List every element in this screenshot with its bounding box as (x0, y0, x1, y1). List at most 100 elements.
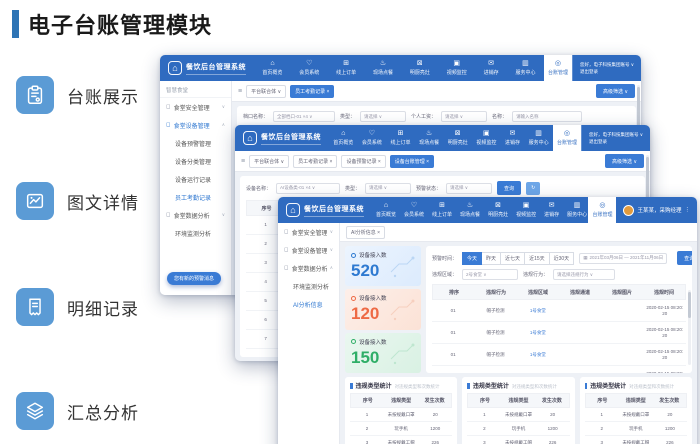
type-select[interactable]: 请选择 ∨ (360, 111, 406, 122)
type-select[interactable]: 请选择 ∨ (365, 183, 411, 194)
menu-ai-analysis[interactable]: AI分析信息 (278, 295, 339, 313)
tab-attendance-active[interactable]: 员工考勤记录 × (290, 85, 334, 98)
nav-item[interactable]: ⌂ 首页概览 (329, 125, 357, 151)
column-header[interactable]: 违规通道 (559, 285, 601, 299)
logout-link[interactable]: 退出登录 (589, 139, 643, 145)
search-button[interactable]: 查询 (497, 181, 521, 195)
menu-attendance-records[interactable]: 员工考勤记录 (160, 188, 231, 206)
nav-item[interactable]: ⊞ 线上订单 (332, 55, 360, 81)
nav-item-active-ledger[interactable]: ◎ 台账管理 (553, 125, 581, 151)
violation-photo[interactable] (613, 326, 631, 339)
nav-item[interactable]: ▣ 视频监控 (443, 55, 471, 81)
menu-canteen-safety[interactable]: ◻食堂安全管理∨ (278, 223, 339, 241)
tab-attendance[interactable]: 员工考勤记录 × (293, 155, 337, 168)
violation-photo[interactable] (613, 370, 631, 373)
nav-item[interactable]: ⊠ 明厨亮灶 (444, 125, 472, 151)
advanced-filter-button[interactable]: 高级筛选 ∨ (596, 84, 635, 98)
tab-device-ledger-active[interactable]: 设备台账管理 × (390, 155, 434, 168)
column-header[interactable]: 排序 (433, 285, 475, 299)
collapse-menu-icon[interactable]: ≡ (241, 158, 245, 165)
nav-item[interactable]: ⊠ 明厨亮灶 (406, 55, 434, 81)
table-row[interactable]: 01 帽子检测 1号食堂 2020-02-15 08:20:20 (432, 322, 686, 344)
nav-item[interactable]: ✉ 进销存 (501, 125, 524, 151)
column-header[interactable]: 违规行为 (475, 285, 517, 299)
nav-item-active-ledger[interactable]: ◎ 台账管理 (588, 197, 616, 223)
time-tab-yesterday[interactable]: 昨天 (482, 252, 501, 265)
date-range-picker[interactable]: ▦ 2021年03月06日 — 2021年11月06日 (579, 253, 667, 264)
area-select[interactable]: 2号食堂 ∨ (462, 269, 518, 280)
table-row[interactable]: 01 帽子检测 1号食堂 2020-02-15 08:20:20 (432, 366, 686, 373)
tab-device-alerts[interactable]: 设备预警记录 × (341, 155, 385, 168)
collapse-menu-icon[interactable]: ≡ (238, 88, 242, 95)
nav-item[interactable]: ▥ 服务中心 (525, 125, 553, 151)
nav-item[interactable]: ▥ 服务中心 (563, 197, 591, 223)
menu-data-analysis[interactable]: ◻食堂数据分析∧ (278, 259, 339, 277)
stall-select[interactable]: 全部档口-01 ×4 ∨ (273, 111, 335, 122)
platform-select[interactable]: 平台联合体 ∨ (249, 155, 289, 168)
alert-status-select[interactable]: 请选择 ∨ (446, 183, 492, 194)
menu-env-analysis[interactable]: 环境监测分析 (160, 224, 231, 242)
menu-env-analysis[interactable]: 环境监测分析 (278, 277, 339, 295)
time-tab-7days[interactable]: 近七天 (501, 252, 525, 265)
nav-item-active-ledger[interactable]: ◎ 台账管理 (544, 55, 572, 81)
tab-ai-analysis[interactable]: AI分析信息 × (346, 226, 385, 239)
menu-data-analysis[interactable]: ◻食堂数据分析∨ (160, 206, 231, 224)
column-header[interactable]: 违规时间 (643, 285, 685, 299)
nav-item[interactable]: ⌂ 首页概览 (372, 197, 400, 223)
violation-photo[interactable] (613, 304, 631, 317)
alert-notice-pill[interactable]: 您有新的预警消息 (167, 272, 221, 285)
nav-item[interactable]: ♨ 现场点餐 (415, 125, 443, 151)
advanced-filter-button[interactable]: 高级筛选 ∨ (605, 154, 644, 168)
cell-area-link[interactable]: 1号食堂 (517, 305, 559, 317)
nav-item[interactable]: ▥ 服务中心 (511, 55, 539, 81)
time-tab-15days[interactable]: 近15天 (525, 252, 550, 265)
search-button[interactable]: 查询 (677, 251, 692, 265)
platform-select[interactable]: 平台联合体 ∨ (246, 85, 286, 98)
nav-item[interactable]: ⊠ 明厨亮灶 (484, 197, 512, 223)
scrollbar-thumb[interactable] (688, 292, 691, 318)
menu-device-log[interactable]: 设备运行记录 (160, 170, 231, 188)
cell-area-link[interactable]: 1号食堂 (517, 327, 559, 339)
nav-item[interactable]: ♨ 现场点餐 (369, 55, 397, 81)
menu-device-category[interactable]: 设备分类管理 (160, 152, 231, 170)
menu-canteen-safety[interactable]: ◻食堂安全管理∨ (160, 98, 231, 116)
nav-item[interactable]: ♡ 会员系统 (295, 55, 323, 81)
cell-area-link[interactable]: 1号食堂 (517, 371, 559, 374)
menu-device-mgmt[interactable]: ◻食堂设备管理∧ (160, 116, 231, 134)
device-name-select[interactable]: AI设备类-01 ×4 ∨ (276, 183, 340, 194)
cell-count: 20 (653, 408, 687, 421)
nav-item[interactable]: ♡ 会员系统 (400, 197, 428, 223)
nav-item[interactable]: ⌂ 首页概览 (258, 55, 286, 81)
nav-item[interactable]: ♡ 会员系统 (358, 125, 386, 151)
nav-item[interactable]: ⊞ 线上订单 (387, 125, 415, 151)
name-input[interactable]: 请输入名称 (512, 111, 582, 122)
logout-link[interactable]: 退出登录 (580, 69, 634, 75)
user-menu[interactable]: 您好，电子科技集团账号 ∨ 退出登录 (581, 125, 650, 151)
time-tab-30days[interactable]: 近30天 (550, 252, 575, 265)
scrollbar[interactable] (688, 290, 691, 365)
nav-item[interactable]: ▣ 视频监控 (512, 197, 540, 223)
table-row[interactable]: 01 帽子检测 1号食堂 2020-02-15 08:20:20 (432, 300, 686, 322)
user-name-role: 王某某，采购经理 (637, 206, 681, 214)
nav-item[interactable]: ♨ 现场点餐 (456, 197, 484, 223)
user-menu[interactable]: 您好，电子科技集团账号 ∨ 退出登录 (572, 55, 641, 81)
column-header[interactable]: 违规区域 (517, 285, 559, 299)
column-header[interactable]: 违规图片 (601, 285, 643, 299)
menu-device-mgmt[interactable]: ◻食堂设备管理∨ (278, 241, 339, 259)
menu-device-alert[interactable]: 设备预警管理 (160, 134, 231, 152)
more-menu-icon[interactable]: ⋮ (685, 207, 691, 213)
nav-item[interactable]: ✉ 进销存 (540, 197, 563, 223)
time-tab-today[interactable]: 今天 (462, 252, 482, 265)
table-row[interactable]: 01 帽子检测 1号食堂 2020-02-15 08:20:20 (432, 344, 686, 366)
nav-item[interactable]: ✉ 进销存 (480, 55, 503, 81)
nav-item[interactable]: ⊞ 线上订单 (428, 197, 456, 223)
nav-item[interactable]: ▣ 视频监控 (472, 125, 500, 151)
behavior-select[interactable]: 请选择违规行为 ∨ (553, 269, 615, 280)
nav-item-icon: ♨ (380, 60, 386, 68)
violation-photo[interactable] (613, 348, 631, 361)
cell-area-link[interactable]: 1号食堂 (517, 349, 559, 361)
reset-button[interactable]: ↻ (526, 182, 540, 195)
nav-item-label: 现场点餐 (373, 69, 393, 76)
user-menu[interactable]: 王某某，采购经理 ⋮ (616, 197, 697, 223)
salary-select[interactable]: 请选择 ∨ (441, 111, 487, 122)
